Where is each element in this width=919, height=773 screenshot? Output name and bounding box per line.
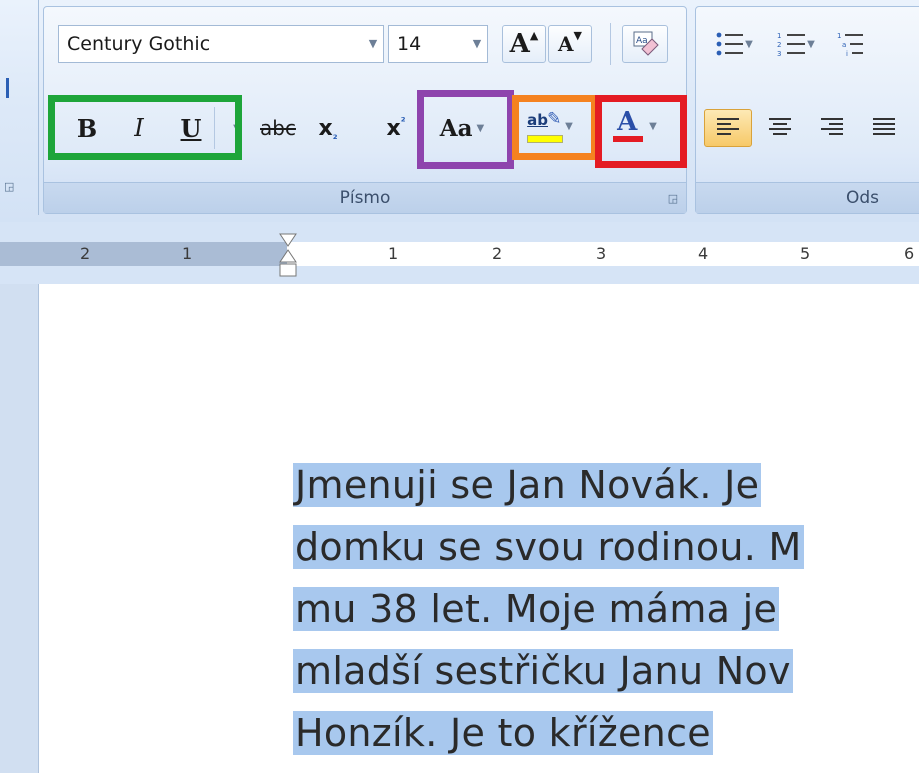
font-group-title: Písmo ◲ xyxy=(44,182,686,213)
svg-text:i: i xyxy=(846,50,848,57)
ruler-number: 3 xyxy=(596,244,607,263)
chevron-down-icon[interactable]: ▼ xyxy=(467,26,487,62)
bullets-icon xyxy=(716,32,744,56)
highlight-box-purple xyxy=(417,90,514,169)
align-center-button[interactable] xyxy=(756,109,804,147)
align-left-button[interactable] xyxy=(704,109,752,147)
clear-formatting-button[interactable]: Aa xyxy=(622,25,668,63)
chevron-down-icon[interactable]: ▼ xyxy=(363,26,383,62)
shrink-font-button[interactable]: A ▼ xyxy=(548,25,592,63)
clipboard-launcher-icon[interactable]: ◲ xyxy=(4,180,14,193)
document-area: Jmenuji se Jan Novák. Je domku se svou r… xyxy=(0,284,919,773)
svg-text:2: 2 xyxy=(777,41,781,49)
horizontal-ruler[interactable]: 2 1 1 2 3 4 5 6 xyxy=(0,222,919,284)
ruler-number: 1 xyxy=(182,244,193,263)
align-right-button[interactable] xyxy=(808,109,856,147)
bullets-button[interactable]: ▼ xyxy=(706,25,762,63)
subscript-button[interactable]: x₂ xyxy=(306,109,350,147)
chevron-down-icon[interactable]: ▼ xyxy=(807,39,815,50)
grow-font-button[interactable]: A ▲ xyxy=(502,25,546,63)
align-right-icon xyxy=(821,118,843,135)
justify-button[interactable] xyxy=(860,109,908,147)
ruler-margin xyxy=(0,242,287,266)
svg-text:1: 1 xyxy=(777,32,781,40)
superscript-button[interactable]: x² xyxy=(374,109,418,147)
ruler-number: 1 xyxy=(388,244,399,263)
text-line: domku se svou rodinou. M xyxy=(293,525,804,569)
font-dialog-launcher-icon[interactable]: ◲ xyxy=(666,192,680,206)
document-text[interactable]: Jmenuji se Jan Novák. Je domku se svou r… xyxy=(293,454,919,764)
font-size-combo[interactable]: 14 ▼ xyxy=(388,25,488,63)
highlight-box-orange xyxy=(512,95,598,160)
multilevel-list-button[interactable]: 1 a i xyxy=(830,25,870,63)
align-left-icon xyxy=(717,118,739,135)
grow-font-icon: A xyxy=(509,29,530,59)
numbering-icon: 1 2 3 xyxy=(777,32,806,57)
superscript-icon: x xyxy=(386,115,401,141)
font-name-combo[interactable]: Century Gothic ▼ xyxy=(58,25,384,63)
multilevel-list-icon: 1 a i xyxy=(837,32,863,57)
document-page[interactable]: Jmenuji se Jan Novák. Je domku se svou r… xyxy=(39,284,919,773)
indent-marker-icon[interactable] xyxy=(278,232,298,284)
vertical-ruler[interactable] xyxy=(0,284,39,773)
paragraph-group: ▼ 1 2 3 ▼ 1 a i Ods xyxy=(695,6,919,214)
ruler-number: 5 xyxy=(800,244,811,263)
paste-icon[interactable] xyxy=(6,78,19,98)
separator xyxy=(610,23,611,65)
clipboard-group-edge: ◲ xyxy=(0,0,39,215)
paragraph-group-title: Ods xyxy=(696,182,919,213)
ribbon: ◲ Century Gothic ▼ 14 ▼ A ▲ A ▼ Aa B I U… xyxy=(0,0,919,222)
ruler-number: 2 xyxy=(492,244,503,263)
justify-icon xyxy=(873,118,895,135)
highlight-box-green xyxy=(48,95,242,160)
svg-text:a: a xyxy=(842,41,846,49)
ruler-number: 6 xyxy=(904,244,915,263)
clear-formatting-icon: Aa xyxy=(633,31,659,56)
text-line: mladší sestřičku Janu Nov xyxy=(293,649,793,693)
svg-text:1: 1 xyxy=(837,32,841,40)
text-line: Jmenuji se Jan Novák. Je xyxy=(293,463,762,507)
numbering-button[interactable]: 1 2 3 ▼ xyxy=(768,25,824,63)
text-line: mu 38 let. Moje máma je xyxy=(293,587,780,631)
chevron-down-icon[interactable]: ▼ xyxy=(745,39,753,50)
ruler-number: 2 xyxy=(80,244,91,263)
font-size-value: 14 xyxy=(397,33,422,55)
strikethrough-button[interactable]: abc xyxy=(254,109,302,147)
ruler-number: 4 xyxy=(698,244,709,263)
subscript-icon: x xyxy=(318,115,333,141)
align-center-icon xyxy=(769,118,791,135)
strikethrough-icon: abc xyxy=(260,116,296,140)
text-line: Honzík. Je to křížence xyxy=(293,711,713,755)
highlight-box-red xyxy=(595,95,687,168)
shrink-font-icon: A xyxy=(558,32,574,56)
font-name-value: Century Gothic xyxy=(67,33,211,55)
svg-text:3: 3 xyxy=(777,50,781,57)
